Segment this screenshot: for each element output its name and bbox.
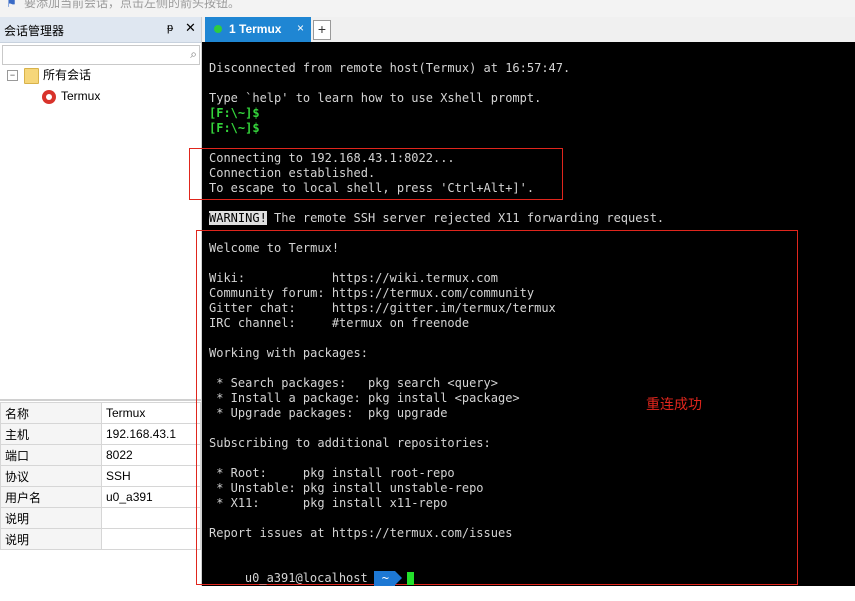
- new-tab-button[interactable]: +: [313, 20, 331, 40]
- property-value[interactable]: SSH: [101, 465, 201, 487]
- property-row: 主机 192.168.43.1: [0, 423, 201, 445]
- tree-item-all-sessions[interactable]: − 所有会话: [7, 66, 91, 84]
- terminal-line: Type `help' to learn how to use Xshell p…: [209, 91, 542, 105]
- session-icon: [42, 89, 56, 104]
- property-row: 用户名 u0_a391: [0, 486, 201, 508]
- property-key: 协议: [0, 465, 102, 487]
- property-value[interactable]: [101, 528, 201, 550]
- collapse-toggle-icon[interactable]: −: [7, 70, 18, 82]
- property-row: 说明: [0, 528, 201, 550]
- pin-icon[interactable]: ᵽ: [167, 22, 173, 34]
- property-row: 协议 SSH: [0, 465, 201, 487]
- session-manager-panel: 会话管理器 ᵽ ✕ ⌕ − 所有会话 Termux 名称 Termux 主机 192.1…: [0, 17, 202, 586]
- tree-item-termux[interactable]: Termux: [42, 87, 100, 105]
- property-key: 端口: [0, 444, 102, 466]
- terminal-line: WARNING! The remote SSH server rejected …: [209, 211, 664, 226]
- hint-text: 要添加当前会话，点击左侧的箭头按钮。: [24, 0, 241, 10]
- terminal-output[interactable]: Disconnected from remote host(Termux) at…: [189, 42, 855, 586]
- highlight-box-connection: [189, 148, 563, 200]
- tree-item-label: Termux: [61, 89, 101, 103]
- property-value[interactable]: Termux: [101, 402, 201, 424]
- warning-message: The remote SSH server rejected X11 forwa…: [266, 211, 665, 225]
- text-cursor: [406, 572, 414, 585]
- terminal-line: [F:\~]$: [209, 106, 260, 120]
- property-key: 说明: [0, 528, 102, 550]
- property-row: 端口 8022: [0, 444, 201, 466]
- shell-prompt[interactable]: u0_a391@localhost ~: [216, 556, 414, 601]
- top-hint-bar: ⚑ 要添加当前会话，点击左侧的箭头按钮。: [0, 0, 855, 18]
- folder-icon: [24, 67, 39, 84]
- property-key: 主机: [0, 423, 102, 445]
- close-icon[interactable]: ✕: [185, 20, 196, 36]
- connected-status-icon: [214, 25, 222, 33]
- prompt-user: u0_a391@localhost: [244, 571, 368, 585]
- property-key: 说明: [0, 507, 102, 529]
- search-icon[interactable]: ⌕: [190, 47, 197, 62]
- property-value[interactable]: 8022: [101, 444, 201, 466]
- tab-bar: 1 Termux × +: [202, 17, 855, 43]
- flag-icon: ⚑: [6, 0, 17, 10]
- warning-label: WARNING!: [209, 211, 267, 225]
- property-value[interactable]: [101, 507, 201, 529]
- property-row: 说明: [0, 507, 201, 529]
- highlight-box-welcome: [196, 230, 798, 585]
- property-key: 名称: [0, 402, 102, 424]
- prompt-dir: ~: [373, 571, 403, 586]
- terminal-line: Disconnected from remote host(Termux) at…: [209, 61, 571, 75]
- session-search-input[interactable]: ⌕: [2, 45, 200, 65]
- divider: [0, 399, 201, 401]
- annotation-reconnect-success: 重连成功: [646, 397, 702, 413]
- property-value[interactable]: 192.168.43.1: [101, 423, 201, 445]
- property-value[interactable]: u0_a391: [101, 486, 201, 508]
- panel-header: 会话管理器 ᵽ ✕: [0, 17, 201, 43]
- tab-close-icon[interactable]: ×: [297, 21, 304, 35]
- session-properties-table: 名称 Termux 主机 192.168.43.1 端口 8022 协议 SSH 用户名 u0_a…: [0, 402, 201, 550]
- tab-label: 1 Termux: [229, 22, 282, 36]
- tab-termux[interactable]: 1 Termux ×: [205, 17, 311, 42]
- property-key: 用户名: [0, 486, 102, 508]
- terminal-line: [F:\~]$: [209, 121, 260, 135]
- tree-item-label: 所有会话: [43, 68, 92, 82]
- property-row: 名称 Termux: [0, 402, 201, 424]
- panel-title: 会话管理器: [4, 24, 65, 38]
